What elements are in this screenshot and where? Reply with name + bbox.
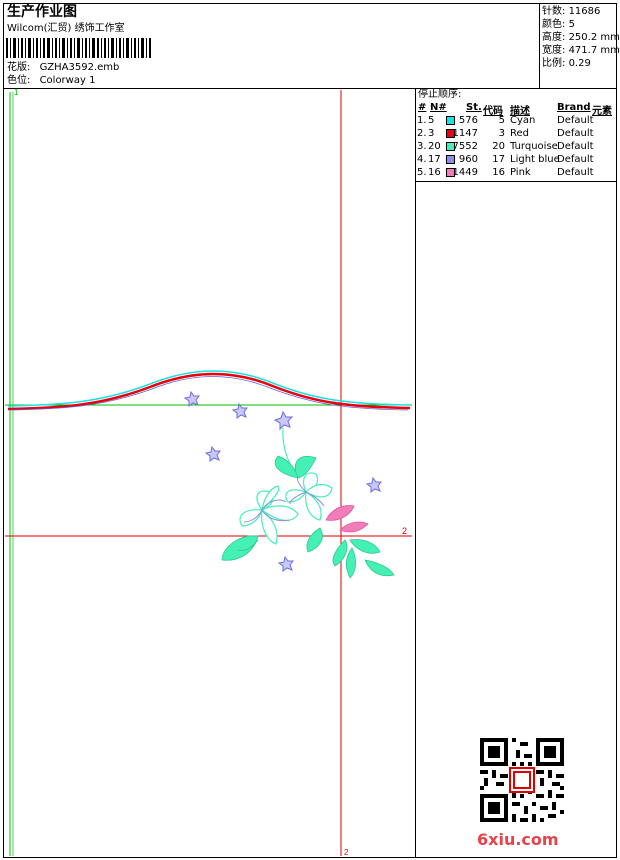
watermark-text: 6xiu.com bbox=[477, 830, 559, 849]
pink-leaf bbox=[325, 505, 369, 533]
hoop-marker-right: 2 bbox=[402, 526, 407, 536]
small-flower bbox=[183, 390, 200, 407]
hoop-marker-bottom: 2 bbox=[344, 848, 349, 857]
small-flower bbox=[204, 445, 221, 462]
small-flower bbox=[231, 402, 248, 419]
qr-code bbox=[480, 738, 564, 822]
small-flower bbox=[277, 555, 294, 572]
wave-border-cyan bbox=[7, 370, 411, 407]
hoop-marker-top: 1 bbox=[14, 88, 19, 97]
small-flower bbox=[273, 410, 294, 431]
embroidery-design: 1 2 2 bbox=[5, 88, 412, 857]
small-flower bbox=[365, 476, 382, 493]
